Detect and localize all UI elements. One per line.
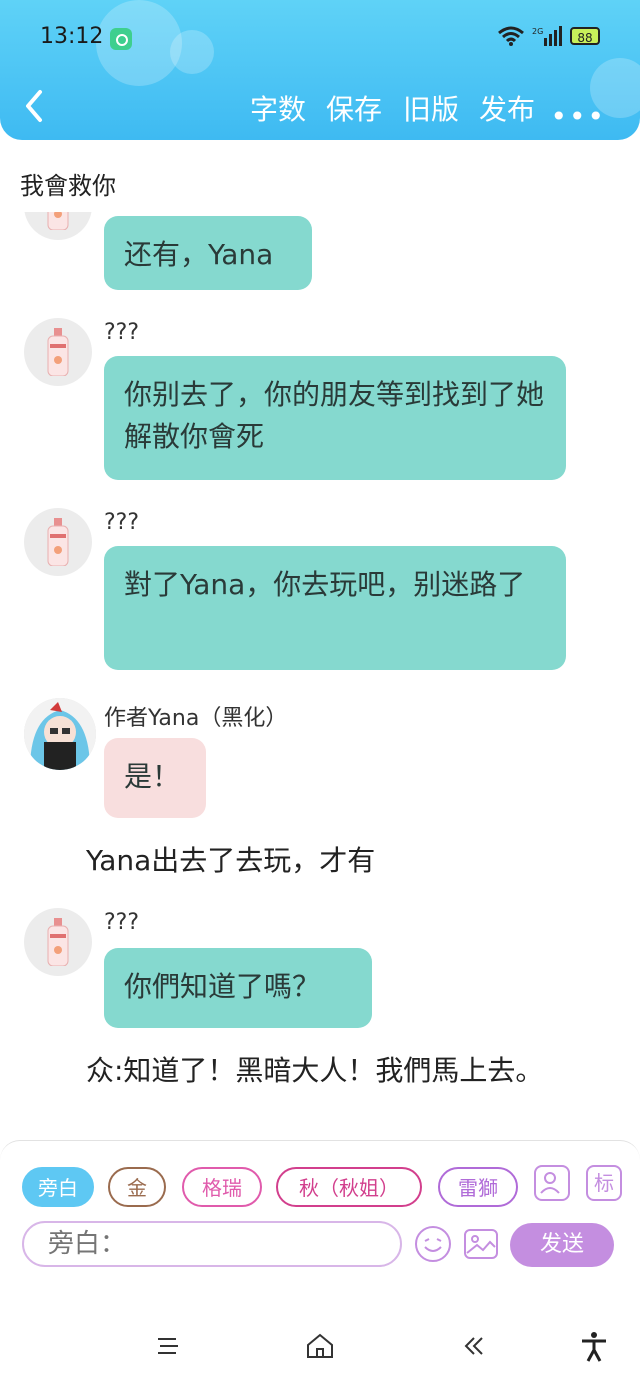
message-bubble[interactable]: 你别去了，你的朋友等到找到了她解散你會死 [104,356,566,480]
bottle-avatar[interactable] [24,908,92,976]
chat-app-notification-icon [110,28,132,50]
bottle-icon [47,518,69,566]
chapter-title[interactable]: 我會救你 [20,166,116,201]
sender-name: ??? [104,320,140,345]
author-avatar[interactable] [24,698,96,770]
bottle-icon [47,328,69,376]
wifi-icon [498,26,524,46]
accessibility-icon[interactable] [578,1330,610,1362]
message-bubble[interactable]: 还有，Yana [104,216,312,290]
publish-button[interactable]: 发布 [479,88,535,128]
character-chip-qiu[interactable]: 秋（秋姐） [276,1167,422,1207]
status-time: 13:12 [40,24,104,49]
bottle-icon [47,212,69,230]
bottle-icon [47,918,69,966]
image-icon[interactable] [462,1225,500,1263]
top-header: 13:12 2G 88 字数 保存 旧版 发布 ••• [0,0,640,140]
character-chip-gerui[interactable]: 格瑞 [182,1167,262,1207]
emoji-icon[interactable] [414,1225,452,1263]
svg-text:2G: 2G [532,27,543,36]
add-character-icon[interactable] [534,1165,570,1201]
narration-text[interactable]: 众:知道了！黑暗大人！我們馬上去。 [28,1048,588,1094]
system-navigation-bar [0,1310,640,1387]
character-chip-leishi[interactable]: 雷獅 [438,1167,518,1207]
signal-icon: 2G [532,26,562,46]
sender-name: ??? [104,510,140,535]
word-count-button[interactable]: 字数 [250,88,306,128]
home-icon[interactable] [304,1330,336,1362]
menu-icon[interactable] [152,1330,184,1362]
message-bubble[interactable]: 對了Yana，你去玩吧，别迷路了 [104,546,566,670]
back-nav-icon[interactable] [458,1330,490,1362]
decor-bubble [96,0,182,86]
status-icons: 2G 88 [498,26,600,46]
user-icon [540,1172,560,1194]
sender-name: 作者Yana（黑化） [104,706,288,731]
decor-bubble [170,30,214,74]
tag-icon[interactable]: 标 [586,1165,622,1201]
save-button[interactable]: 保存 [326,88,382,128]
sender-name: ??? [104,910,140,935]
message-input[interactable] [22,1221,402,1267]
character-chip-narrator[interactable]: 旁白 [22,1167,94,1207]
input-panel: 旁白 金 格瑞 秋（秋姐） 雷獅 标 发送 [0,1140,640,1311]
chat-area[interactable]: 还有，Yana ??? 你别去了，你的朋友等到找到了她解散你會死 ??? 對了Y… [0,212,640,1142]
narration-text[interactable]: Yana出去了去玩，才有 [86,838,375,884]
message-bubble[interactable]: 你們知道了嗎？ [104,948,372,1028]
bottle-avatar[interactable] [24,318,92,386]
bottle-avatar[interactable] [24,508,92,576]
bottle-avatar[interactable] [24,212,92,240]
send-button[interactable]: 发送 [510,1223,614,1267]
anime-character-icon [24,698,96,770]
message-bubble[interactable]: 是！ [104,738,206,818]
more-options-icon[interactable]: ••• [550,100,606,133]
battery-icon: 88 [570,27,600,45]
back-arrow-icon[interactable] [22,88,46,124]
old-version-button[interactable]: 旧版 [403,88,459,128]
character-chip-jin[interactable]: 金 [108,1167,166,1207]
